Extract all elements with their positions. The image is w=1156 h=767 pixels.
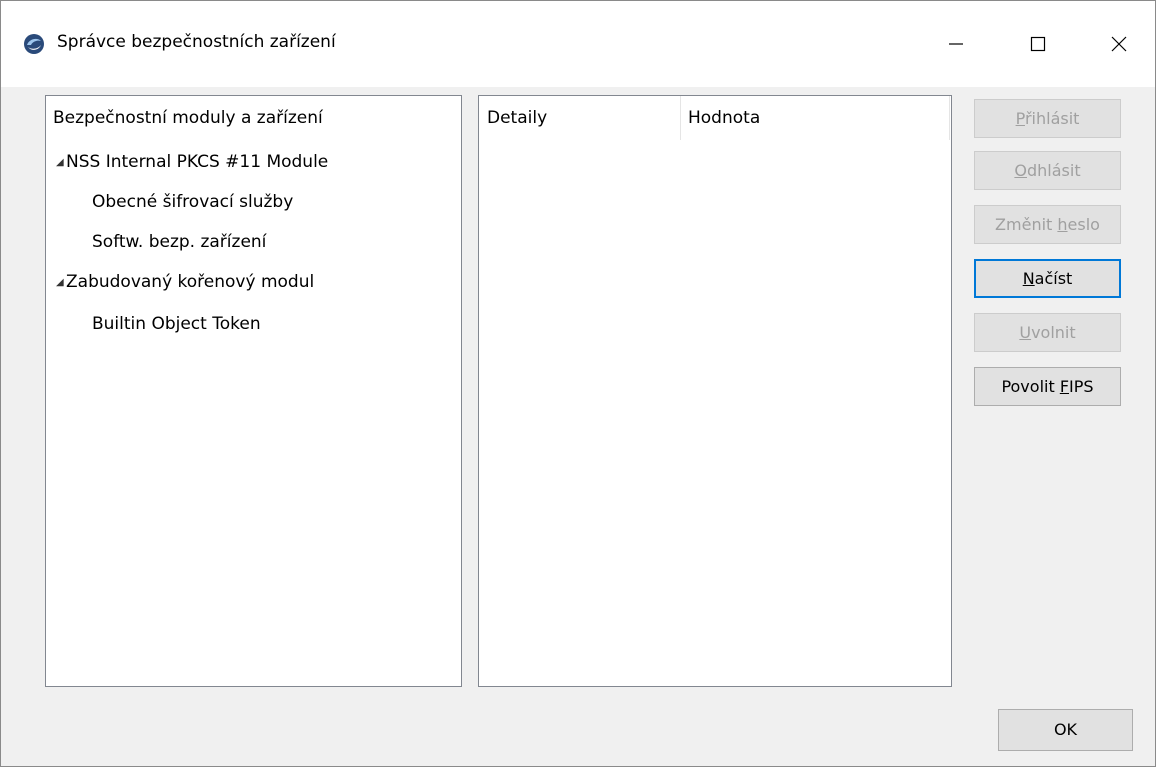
window-title: Správce bezpečnostních zařízení <box>57 32 336 52</box>
details-panel[interactable]: Detaily Hodnota <box>478 95 952 687</box>
tree-item-label: Builtin Object Token <box>92 314 261 334</box>
ok-button[interactable]: OK <box>998 709 1133 751</box>
close-icon <box>1111 36 1127 52</box>
thunderbird-icon <box>24 34 44 54</box>
tree-item-label: NSS Internal PKCS #11 Module <box>66 152 329 172</box>
details-column-header[interactable]: Detaily <box>487 96 547 140</box>
tree-item-software-device[interactable]: Softw. bezp. zařízení <box>92 222 266 262</box>
button-label-post: IPS <box>1069 377 1094 396</box>
button-label-post: eslo <box>1067 215 1100 234</box>
button-label-post: volnit <box>1031 323 1076 342</box>
tree-item-label: Obecné šifrovací služby <box>92 192 294 212</box>
button-label-post: dhlásit <box>1026 161 1081 180</box>
minimize-button[interactable] <box>910 1 1002 87</box>
access-key: O <box>1014 161 1027 180</box>
unload-button[interactable]: Uvolnit <box>974 313 1121 352</box>
button-label-post: ačíst <box>1034 269 1073 288</box>
expanded-triangle-icon[interactable]: ◢ <box>56 263 66 303</box>
title-bar[interactable]: Správce bezpečnostních zařízení <box>1 1 1155 87</box>
access-key: U <box>1019 323 1032 342</box>
access-key: P <box>1015 109 1025 128</box>
maximize-button[interactable] <box>992 1 1084 87</box>
access-key: F <box>1059 377 1070 396</box>
expanded-triangle-icon[interactable]: ◢ <box>56 143 66 183</box>
button-label-pre: Změnit <box>995 215 1058 234</box>
modules-column-header[interactable]: Bezpečnostní moduly a zařízení <box>53 96 323 140</box>
login-button[interactable]: Přihlásit <box>974 99 1121 138</box>
logout-button[interactable]: Odhlásit <box>974 151 1121 190</box>
tree-item-label: Zabudovaný kořenový modul <box>66 272 315 292</box>
access-key: h <box>1057 215 1068 234</box>
tree-item-label: Softw. bezp. zařízení <box>92 232 267 252</box>
minimize-icon <box>949 43 963 45</box>
tree-item-nss-internal[interactable]: ◢ NSS Internal PKCS #11 Module <box>56 142 328 182</box>
modules-tree-panel[interactable]: Bezpečnostní moduly a zařízení ◢ NSS Inte… <box>45 95 462 687</box>
button-label-post: řihlásit <box>1024 109 1080 128</box>
security-devices-dialog: Správce bezpečnostních zařízení Bezpečno… <box>0 0 1156 767</box>
enable-fips-button[interactable]: Povolit FIPS <box>974 367 1121 406</box>
column-divider[interactable] <box>949 96 950 140</box>
load-button[interactable]: Načíst <box>974 259 1121 298</box>
value-column-header[interactable]: Hodnota <box>688 96 760 140</box>
maximize-icon <box>1030 36 1046 52</box>
change-password-button[interactable]: Změnit heslo <box>974 205 1121 244</box>
tree-item-builtin-root[interactable]: ◢ Zabudovaný kořenový modul <box>56 262 314 302</box>
close-button[interactable] <box>1073 1 1155 87</box>
button-label-pre: Povolit <box>1001 377 1060 396</box>
access-key: N <box>1022 269 1035 288</box>
column-divider[interactable] <box>680 96 681 140</box>
tree-item-generic-crypto[interactable]: Obecné šifrovací služby <box>92 182 293 222</box>
tree-item-builtin-token[interactable]: Builtin Object Token <box>92 304 261 344</box>
